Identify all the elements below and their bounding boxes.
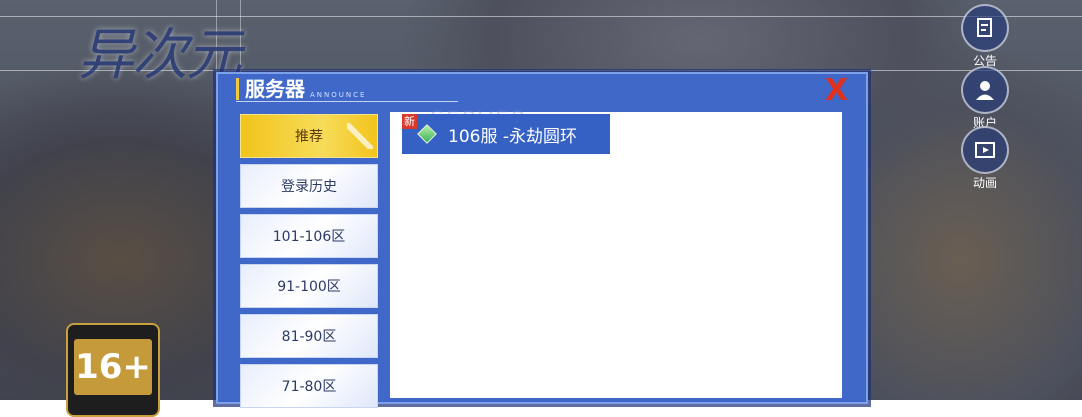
server-entry[interactable]: 新 106服 -永劫圆环 [402,114,610,154]
tab-login-history[interactable]: 登录历史 [240,164,378,208]
account-icon [961,66,1009,114]
notice-button[interactable]: 公告 [960,4,1010,69]
tab-zone-71-80[interactable]: 71-80区 [240,364,378,408]
tab-zone-101-106[interactable]: 101-106区 [240,214,378,258]
server-list: SERVER 新 106服 -永劫圆环 [390,108,842,398]
animation-label: 动画 [972,176,997,190]
account-button[interactable]: 账户 [960,66,1010,131]
age-rating-label: 16+ [74,339,152,395]
title-underline [236,101,458,102]
panel-subtitle: ANNOUNCE [310,91,367,99]
tab-zone-81-90[interactable]: 81-90区 [240,314,378,358]
tab-zone-91-100[interactable]: 91-100区 [240,264,378,308]
gem-icon [417,124,437,144]
server-name: 106服 -永劫圆环 [448,126,577,147]
close-icon[interactable]: X [825,76,848,106]
panel-title: 服务器 [236,78,305,100]
notice-icon [961,4,1009,52]
server-panel: 服务器 ANNOUNCE X 推荐 登录历史 101-106区 91-100区 … [216,72,868,408]
animation-icon [961,126,1009,174]
age-rating-badge: 16+ [66,323,160,417]
new-badge: 新 [402,114,417,129]
tab-recommended[interactable]: 推荐 [240,114,378,158]
animation-button[interactable]: 动画 [960,126,1010,191]
